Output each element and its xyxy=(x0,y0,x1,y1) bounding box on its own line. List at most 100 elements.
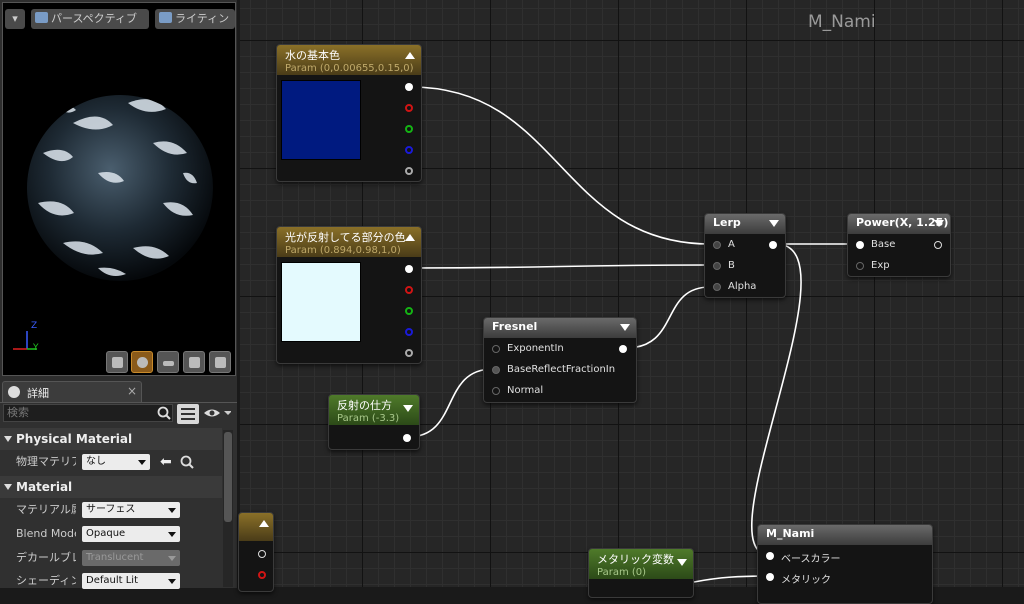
material-section-title: Material xyxy=(16,480,73,494)
dropdown-arrow-icon xyxy=(168,579,176,584)
output-r-pin[interactable] xyxy=(258,571,266,579)
material-section-header[interactable]: Material xyxy=(0,476,222,498)
node-header[interactable]: 水の基本色 Param (0,0.00655,0.15,0) xyxy=(277,45,421,75)
physical-material-title: Physical Material xyxy=(16,432,133,446)
node-title: Lerp xyxy=(713,216,741,229)
node-subtitle: Param (0,0.00655,0.15,0) xyxy=(285,63,414,74)
output-r-pin[interactable] xyxy=(405,104,413,112)
output-b-pin[interactable] xyxy=(405,328,413,336)
output-rgba-pin[interactable] xyxy=(405,83,413,91)
shading-model-value: Default Lit xyxy=(86,575,138,586)
node-header[interactable]: M_Nami xyxy=(758,525,932,545)
reflect-way-param-node[interactable]: 反射の仕方 Param (-3.3) xyxy=(328,394,420,450)
input-pin[interactable] xyxy=(713,283,721,291)
node-title: メタリック変数 xyxy=(597,553,674,566)
plane-preview-button[interactable] xyxy=(157,351,179,373)
cube-preview-button[interactable] xyxy=(183,351,205,373)
material-result-node[interactable]: M_Nami ベースカラー メタリック xyxy=(757,524,933,604)
collapse-icon[interactable] xyxy=(934,220,944,227)
output-g-pin[interactable] xyxy=(405,307,413,315)
input-label: メタリック xyxy=(781,575,831,586)
collapse-icon[interactable] xyxy=(677,559,687,566)
details-scrollbar-thumb[interactable] xyxy=(224,432,232,522)
output-a-pin[interactable] xyxy=(405,349,413,357)
details-tab-label: 詳細 xyxy=(27,387,49,400)
details-tab[interactable]: 詳細 × xyxy=(2,381,142,402)
input-pin[interactable] xyxy=(713,262,721,270)
collapse-icon[interactable] xyxy=(620,324,630,331)
output-pin[interactable] xyxy=(619,345,627,353)
view-options-grid-button[interactable] xyxy=(177,404,199,424)
output-rgba-pin[interactable] xyxy=(405,265,413,273)
node-header[interactable] xyxy=(239,513,273,541)
sphere-preview-button[interactable] xyxy=(131,351,153,373)
input-pin[interactable] xyxy=(856,262,864,270)
output-b-pin[interactable] xyxy=(405,146,413,154)
input-pin[interactable] xyxy=(492,387,500,395)
fresnel-node[interactable]: Fresnel ExponentIn BaseReflectFractionIn… xyxy=(483,317,637,403)
output-g-pin[interactable] xyxy=(405,125,413,133)
collapse-icon[interactable] xyxy=(403,405,413,412)
metallic-param-node[interactable]: メタリック変数 Param (0) xyxy=(588,548,694,598)
output-pin[interactable] xyxy=(403,434,411,442)
offscreen-param-node[interactable] xyxy=(238,512,274,592)
cylinder-icon xyxy=(112,357,123,368)
decal-blend-label: デカールブレ xyxy=(16,551,76,564)
phys-material-row: 物理マテリア なし ⬅ xyxy=(0,451,222,473)
shading-model-row: シェーディン Default Lit xyxy=(0,570,222,592)
graph-title: M_Nami xyxy=(808,12,876,32)
custom-mesh-preview-button[interactable] xyxy=(209,351,231,373)
collapse-arrow-icon xyxy=(4,484,12,490)
decal-blend-dropdown: Translucent xyxy=(82,550,180,566)
cube-icon xyxy=(189,357,200,368)
output-pin[interactable] xyxy=(934,241,942,249)
output-pin[interactable] xyxy=(769,241,777,249)
base-color-input-pin[interactable] xyxy=(766,552,774,560)
node-title: 光が反射してる部分の色 xyxy=(285,231,406,244)
power-node[interactable]: Power(X, 1.25) Base Exp xyxy=(847,213,951,277)
reflect-color-param-node[interactable]: 光が反射してる部分の色 Param (0.894,0.98,1,0) xyxy=(276,226,422,364)
material-domain-dropdown[interactable]: サーフェス xyxy=(82,502,180,518)
teapot-icon xyxy=(215,357,226,368)
node-header[interactable]: Lerp xyxy=(705,214,785,234)
collapse-icon[interactable] xyxy=(259,520,269,527)
lerp-node[interactable]: Lerp A B Alpha xyxy=(704,213,786,298)
material-domain-label: マテリアル属 xyxy=(16,503,76,516)
collapse-icon[interactable] xyxy=(405,234,415,241)
material-preview-sphere xyxy=(27,95,213,281)
water-color-param-node[interactable]: 水の基本色 Param (0,0.00655,0.15,0) xyxy=(276,44,422,182)
node-subtitle: Param (-3.3) xyxy=(337,413,400,424)
collapse-icon[interactable] xyxy=(769,220,779,227)
physical-material-section-header[interactable]: Physical Material xyxy=(0,428,222,450)
node-header[interactable]: Power(X, 1.25) xyxy=(848,214,950,234)
input-pin[interactable] xyxy=(492,345,500,353)
output-r-pin[interactable] xyxy=(405,286,413,294)
input-pin[interactable] xyxy=(492,366,500,374)
axis-z-label: Z xyxy=(31,321,38,331)
node-header[interactable]: メタリック変数 Param (0) xyxy=(589,549,693,579)
collapse-icon[interactable] xyxy=(405,52,415,59)
browse-search-icon[interactable] xyxy=(180,455,194,469)
node-header[interactable]: 反射の仕方 Param (-3.3) xyxy=(329,395,419,425)
phys-material-dropdown[interactable]: なし xyxy=(82,454,150,470)
preview-viewport[interactable]: ▾ パースペクティブ ライティン Z Y xyxy=(2,2,236,376)
details-search-input[interactable]: 検索 xyxy=(3,404,173,422)
use-selected-arrow-icon[interactable]: ⬅ xyxy=(160,454,172,470)
node-title: 反射の仕方 xyxy=(337,399,392,412)
dropdown-arrow-icon xyxy=(138,460,146,465)
input-pin[interactable] xyxy=(713,241,721,249)
input-pin[interactable] xyxy=(856,241,864,249)
output-rgba-pin[interactable] xyxy=(258,550,266,558)
input-label: ExponentIn xyxy=(507,343,564,354)
color-swatch xyxy=(281,262,361,342)
visibility-eye-icon[interactable] xyxy=(203,407,231,421)
blend-mode-dropdown[interactable]: Opaque xyxy=(82,526,180,542)
node-header[interactable]: 光が反射してる部分の色 Param (0.894,0.98,1,0) xyxy=(277,227,421,257)
node-header[interactable]: Fresnel xyxy=(484,318,636,338)
tab-close-icon[interactable]: × xyxy=(127,384,137,398)
metallic-input-pin[interactable] xyxy=(766,573,774,581)
cylinder-preview-button[interactable] xyxy=(106,351,128,373)
output-a-pin[interactable] xyxy=(405,167,413,175)
input-label: BaseReflectFractionIn xyxy=(507,364,616,375)
input-label: Normal xyxy=(507,385,544,396)
